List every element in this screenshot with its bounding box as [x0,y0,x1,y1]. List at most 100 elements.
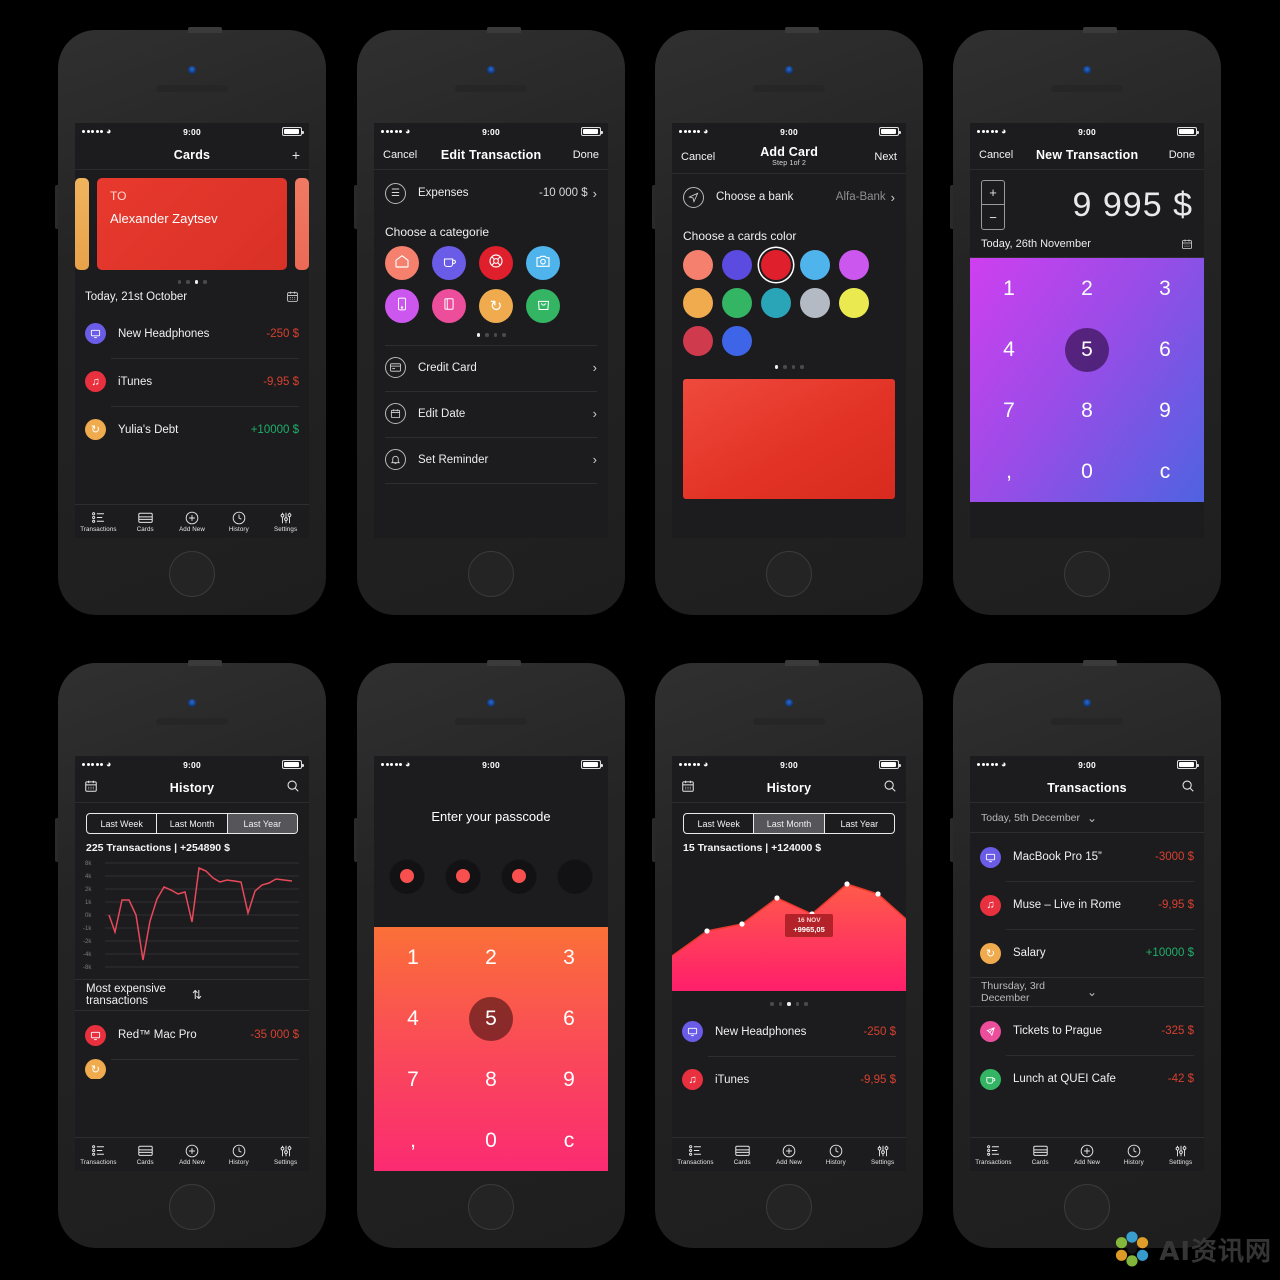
power-button[interactable] [785,660,819,666]
key-4[interactable]: 4 [374,988,452,1049]
done-button[interactable]: Done [1161,149,1195,161]
key-8[interactable]: 8 [1048,380,1126,441]
power-button[interactable] [1083,660,1117,666]
group-header[interactable]: Thursday, 3rd December ⌄ [970,977,1204,1007]
option-set-reminder[interactable]: Set Reminder › [374,436,608,483]
color-swatch[interactable] [800,288,830,318]
category-home[interactable] [385,246,419,280]
color-swatch[interactable] [722,288,752,318]
segment-last-week[interactable]: Last Week [684,814,755,833]
color-swatch[interactable] [839,250,869,280]
table-row[interactable]: ↻ Salary +10000 $ [970,929,1204,977]
segment-last-year[interactable]: Last Year [825,814,894,833]
table-row[interactable]: Tickets to Prague -325 $ [970,1007,1204,1055]
category-bag[interactable] [526,289,560,323]
category-pager[interactable] [374,333,608,337]
tab-add-new[interactable]: Add New [1064,1143,1111,1166]
key-8[interactable]: 8 [452,1049,530,1110]
volume-button[interactable] [950,185,953,229]
period-segmented-control[interactable]: Last Week Last Month Last Year [683,813,895,834]
group-header[interactable]: Today, 5th December ⌄ [970,803,1204,833]
color-swatch[interactable] [722,250,752,280]
date-row[interactable]: Today, 21st October [75,284,309,310]
key-1[interactable]: 1 [374,927,452,988]
calendar-icon[interactable] [286,290,299,303]
category-phone[interactable] [385,289,419,323]
table-row[interactable]: MacBook Pro 15” -3000 $ [970,833,1204,881]
increment-button[interactable]: + [982,181,1004,205]
volume-button[interactable] [652,818,655,862]
period-segmented-control[interactable]: Last Week Last Month Last Year [86,813,298,834]
calendar-icon[interactable] [84,779,118,796]
key-4[interactable]: 4 [970,319,1048,380]
card-current[interactable]: TO Alexander Zaytsev [97,178,287,270]
key-comma[interactable]: , [374,1110,452,1171]
color-swatch[interactable] [683,250,713,280]
home-button[interactable] [766,1184,812,1230]
color-swatch[interactable] [722,326,752,356]
power-button[interactable] [785,27,819,33]
option-credit-card[interactable]: Credit Card › [374,344,608,391]
home-button[interactable] [468,1184,514,1230]
color-pager[interactable] [672,365,906,369]
color-swatch[interactable] [761,288,791,318]
tab-cards[interactable]: Cards [1017,1143,1064,1166]
table-row[interactable]: New Headphones -250 $ [672,1008,906,1056]
power-button[interactable] [188,660,222,666]
table-row[interactable]: ↻ [75,1059,309,1079]
volume-button[interactable] [950,818,953,862]
tab-history[interactable]: History [215,1143,262,1166]
tab-cards[interactable]: Cards [719,1143,766,1166]
search-icon[interactable] [266,779,300,796]
chart-pager[interactable] [672,1002,906,1006]
segment-last-month[interactable]: Last Month [754,814,825,833]
home-button[interactable] [169,551,215,597]
numeric-keypad[interactable]: 1 2 3 4 5 6 7 8 9 , 0 c [970,258,1204,502]
sort-row[interactable]: Most expensive transactions ⇅ [75,979,309,1011]
home-button[interactable] [169,1184,215,1230]
color-swatch[interactable] [800,250,830,280]
key-1[interactable]: 1 [970,258,1048,319]
expenses-row[interactable]: ☰ Expenses -10 000 $ › [374,170,608,216]
chevron-right-icon[interactable]: › [593,452,597,467]
volume-button[interactable] [55,818,58,862]
category-refund[interactable]: ↻ [479,289,513,323]
category-book[interactable] [432,289,466,323]
category-camera[interactable] [526,246,560,280]
cancel-button[interactable]: Cancel [681,151,715,163]
power-button[interactable] [1083,27,1117,33]
tab-transactions[interactable]: Transactions [970,1143,1017,1166]
tab-cards[interactable]: Cards [122,510,169,533]
search-icon[interactable] [1161,779,1195,796]
option-edit-date[interactable]: Edit Date › [374,390,608,437]
tab-history[interactable]: History [215,510,262,533]
power-button[interactable] [487,660,521,666]
chevron-right-icon[interactable]: › [593,186,597,201]
cancel-button[interactable]: Cancel [979,149,1013,161]
chevron-down-icon[interactable]: ⌄ [1087,985,1193,999]
key-6[interactable]: 6 [530,988,608,1049]
category-lifebuoy[interactable] [479,246,513,280]
calendar-icon[interactable] [1181,238,1193,250]
next-button[interactable]: Next [863,151,897,163]
tab-settings[interactable]: Settings [859,1143,906,1166]
key-clear[interactable]: c [1126,441,1204,502]
search-icon[interactable] [863,779,897,796]
key-comma[interactable]: , [970,441,1048,502]
tab-settings[interactable]: Settings [262,1143,309,1166]
key-7[interactable]: 7 [374,1049,452,1110]
volume-button[interactable] [55,185,58,229]
key-clear[interactable]: c [530,1110,608,1171]
volume-button[interactable] [354,818,357,862]
color-swatch[interactable] [683,326,713,356]
key-2[interactable]: 2 [1048,258,1126,319]
chevron-right-icon[interactable]: › [593,360,597,375]
tab-history[interactable]: History [812,1143,859,1166]
key-5-active[interactable]: 5 [452,988,530,1049]
color-swatch-selected[interactable] [761,250,791,280]
table-row[interactable]: ↻ Yulia's Debt +10000 $ [75,405,309,454]
table-row[interactable]: New Headphones -250 $ [75,310,309,358]
key-9[interactable]: 9 [530,1049,608,1110]
table-row[interactable]: Red™ Mac Pro -35 000 $ [75,1011,309,1059]
power-button[interactable] [487,27,521,33]
